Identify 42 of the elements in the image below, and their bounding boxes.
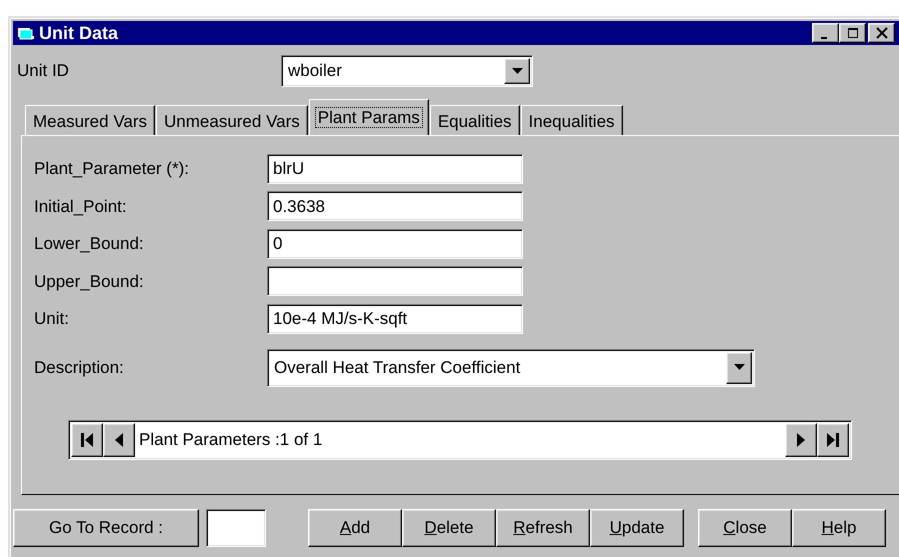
field-label: Unit:	[34, 308, 70, 330]
tab[interactable]: Inequalities	[520, 105, 623, 135]
input-field[interactable]: blrU	[267, 154, 523, 184]
tab[interactable]: Unmeasured Vars	[156, 105, 308, 135]
maximize-icon	[846, 27, 858, 39]
input-field[interactable]: 10e-4 MJ/s-K-sqft	[267, 304, 523, 334]
minimize-icon	[820, 36, 826, 38]
field-label: Lower_Bound:	[34, 233, 145, 255]
field-label: Description:	[34, 356, 125, 379]
field-label: Initial_Point:	[34, 196, 128, 218]
next-record-icon[interactable]	[785, 422, 817, 456]
window-title: Unit Data	[39, 22, 118, 44]
unit-id-label: Unit ID	[17, 60, 70, 82]
action-button[interactable]: Add	[308, 509, 402, 547]
action-button[interactable]: Update	[590, 509, 684, 547]
tab[interactable]: Plant Params	[308, 99, 429, 135]
navigator-caption: Plant Parameters :1 of 1	[138, 428, 324, 451]
field-label: Upper_Bound:	[34, 270, 145, 292]
action-button[interactable]: Refresh	[496, 509, 590, 547]
action-button[interactable]: Help	[792, 509, 886, 547]
caret-icon	[734, 364, 744, 371]
go-to-record-button[interactable]: Go To Record :	[13, 509, 199, 547]
maximize-button[interactable]	[839, 23, 866, 43]
unit-id-dropdown[interactable]: wboiler	[281, 55, 533, 87]
field-label: Plant_Parameter (*):	[34, 158, 190, 180]
input-field[interactable]: 0	[267, 228, 523, 259]
action-button[interactable]: Delete	[402, 509, 496, 547]
previous-record-icon[interactable]	[103, 422, 135, 456]
minimize-button[interactable]	[812, 23, 839, 43]
record-number-field[interactable]	[206, 509, 266, 547]
close-icon	[876, 27, 888, 39]
description-dropdown[interactable]: Overall Heat Transfer Coefficient	[267, 348, 755, 386]
last-record-icon[interactable]	[817, 422, 849, 456]
action-button[interactable]: Close	[698, 509, 792, 547]
tab[interactable]: Measured Vars	[25, 105, 156, 135]
window-icon	[17, 26, 35, 40]
tab[interactable]: Equalities	[430, 105, 520, 135]
close-button[interactable]	[868, 23, 895, 43]
input-field[interactable]: 0.3638	[267, 191, 523, 222]
caret-icon	[512, 68, 522, 74]
first-record-icon[interactable]	[71, 422, 103, 456]
input-field[interactable]	[267, 266, 523, 296]
